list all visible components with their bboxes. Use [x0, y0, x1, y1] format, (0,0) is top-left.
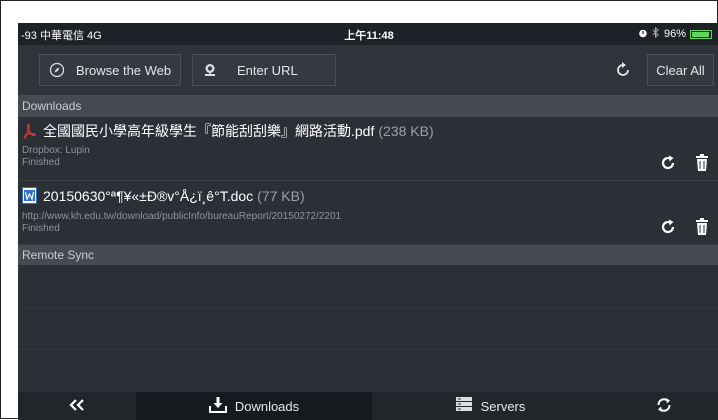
- download-item[interactable]: 20150630°ª¶¥«±Ð®v°Å¿ï¸ê°T.doc (77 KB) ht…: [18, 183, 718, 245]
- download-filename: 20150630°ª¶¥«±Ð®v°Å¿ï¸ê°T.doc: [43, 187, 254, 204]
- download-title: 20150630°ª¶¥«±Ð®v°Å¿ï¸ê°T.doc (77 KB): [22, 187, 305, 204]
- download-status: Finished: [22, 223, 60, 234]
- tab-downloads-label: Downloads: [234, 398, 300, 414]
- battery-icon: [690, 29, 712, 39]
- double-chevron-left-icon: [69, 398, 85, 414]
- list-divider: [18, 307, 718, 308]
- download-title: 全國國民小學高年級學生『節能刮刮樂』網路活動.pdf (238 KB): [22, 121, 434, 141]
- remote-sync-list: [18, 265, 718, 392]
- download-size: (77 KB): [257, 187, 305, 204]
- screenshot-frame: -93 中華電信 4G 上午11:48 96% Browse the Web E…: [0, 0, 718, 420]
- status-indicators: 96%: [638, 26, 712, 41]
- compass-icon: [48, 61, 66, 79]
- remote-sync-section-header: Remote Sync: [18, 245, 718, 265]
- bottom-tab-bar: Downloads Servers: [18, 392, 718, 420]
- browse-web-button[interactable]: Browse the Web: [39, 54, 181, 86]
- enter-url-label: Enter URL: [237, 62, 298, 78]
- word-icon: [22, 187, 37, 204]
- clear-all-button[interactable]: Clear All: [647, 54, 714, 86]
- retry-icon[interactable]: [660, 155, 676, 171]
- download-size: (238 KB): [378, 123, 434, 139]
- browse-web-label: Browse the Web: [76, 62, 172, 78]
- clock: 上午11:48: [344, 30, 394, 42]
- back-tab[interactable]: [18, 392, 136, 420]
- tab-downloads[interactable]: Downloads: [136, 392, 372, 420]
- bluetooth-icon: [652, 26, 660, 41]
- top-toolbar: Browse the Web Enter URL Clear All: [18, 45, 718, 95]
- trash-icon[interactable]: [695, 154, 709, 171]
- alarm-icon: [638, 28, 648, 41]
- status-bar: -93 中華電信 4G 上午11:48 96%: [18, 23, 718, 45]
- sync-tab[interactable]: [608, 392, 718, 420]
- trash-icon[interactable]: [695, 218, 709, 235]
- download-status: Finished: [22, 157, 60, 168]
- globe-icon: [201, 61, 219, 79]
- retry-icon[interactable]: [660, 219, 676, 235]
- downloads-section-header: Downloads: [18, 95, 718, 117]
- download-source: http://www.kh.edu.tw/download/publicInfo…: [22, 211, 342, 222]
- download-item[interactable]: 全國國民小學高年級學生『節能刮刮樂』網路活動.pdf (238 KB) Drop…: [18, 117, 718, 181]
- download-tray-icon: [208, 396, 227, 416]
- tab-servers[interactable]: Servers: [372, 392, 608, 420]
- list-divider: [18, 349, 718, 350]
- download-filename: 全國國民小學高年級學生『節能刮刮樂』網路活動.pdf: [43, 123, 375, 139]
- download-source: Dropbox: Lupin: [22, 145, 90, 156]
- battery-fill: [692, 31, 709, 37]
- app-screen: -93 中華電信 4G 上午11:48 96% Browse the Web E…: [18, 23, 718, 420]
- refresh-icon[interactable]: [614, 61, 632, 79]
- enter-url-button[interactable]: Enter URL: [192, 54, 336, 86]
- sync-icon: [655, 396, 673, 417]
- battery-percent: 96%: [663, 28, 686, 40]
- tab-servers-label: Servers: [480, 398, 526, 414]
- server-icon: [455, 397, 473, 415]
- pdf-icon: [22, 123, 37, 140]
